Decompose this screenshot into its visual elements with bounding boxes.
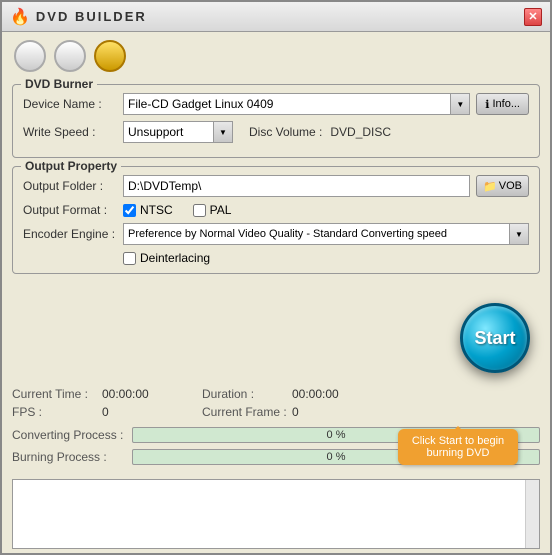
disc-volume-value: DVD_DISC bbox=[330, 125, 391, 139]
vob-label: VOB bbox=[499, 180, 522, 192]
ntsc-label[interactable]: NTSC bbox=[123, 203, 173, 217]
output-folder-input[interactable] bbox=[123, 175, 470, 197]
device-name-label: Device Name : bbox=[23, 97, 123, 111]
start-tooltip: Click Start to begin burning DVD bbox=[398, 429, 518, 465]
burning-label: Burning Process : bbox=[12, 450, 132, 464]
current-frame-value: 0 bbox=[292, 405, 299, 419]
vob-button[interactable]: 📁 VOB bbox=[476, 175, 529, 197]
toolbar-btn-1[interactable] bbox=[14, 40, 46, 72]
folder-icon: 📁 bbox=[483, 180, 497, 193]
title-bar: 🔥 DVD BUILDER ✕ bbox=[2, 2, 550, 32]
fps-label: FPS : bbox=[12, 405, 102, 419]
encoder-select[interactable]: Preference by Normal Video Quality - Sta… bbox=[123, 223, 529, 245]
pal-label[interactable]: PAL bbox=[193, 203, 232, 217]
duration-label: Duration : bbox=[202, 387, 292, 401]
time-row: Current Time : 00:00:00 Duration : 00:00… bbox=[12, 387, 540, 401]
fps-value: 0 bbox=[102, 405, 202, 419]
write-speed-row: Write Speed : Unsupport ▼ Disc Volume : … bbox=[23, 121, 529, 143]
ntsc-text: NTSC bbox=[140, 203, 173, 217]
pal-checkbox[interactable] bbox=[193, 204, 206, 217]
toolbar-btn-2[interactable] bbox=[54, 40, 86, 72]
device-dropdown-wrapper: File-CD Gadget Linux 0409 ▼ bbox=[123, 93, 470, 115]
write-speed-wrapper: Unsupport ▼ bbox=[123, 121, 233, 143]
output-format-row: Output Format : NTSC PAL bbox=[23, 203, 529, 217]
encoder-label: Encoder Engine : bbox=[23, 227, 123, 241]
converting-label: Converting Process : bbox=[12, 428, 132, 442]
log-area[interactable] bbox=[12, 479, 540, 549]
fps-row: FPS : 0 Current Frame : 0 bbox=[12, 405, 540, 419]
main-window: 🔥 DVD BUILDER ✕ DVD Burner Device Name :… bbox=[0, 0, 552, 555]
deinterlace-row: Deinterlacing bbox=[23, 251, 529, 265]
close-button[interactable]: ✕ bbox=[524, 8, 542, 26]
disc-volume-label: Disc Volume : bbox=[249, 125, 322, 139]
write-speed-label: Write Speed : bbox=[23, 125, 123, 139]
encoder-row: Encoder Engine : Preference by Normal Vi… bbox=[23, 223, 529, 245]
device-select[interactable]: File-CD Gadget Linux 0409 bbox=[123, 93, 470, 115]
toolbar bbox=[2, 32, 550, 80]
dvd-burner-group: DVD Burner Device Name : File-CD Gadget … bbox=[12, 84, 540, 158]
start-button[interactable]: Start bbox=[460, 303, 530, 373]
window-title: DVD BUILDER bbox=[36, 9, 147, 24]
deinterlace-text: Deinterlacing bbox=[140, 251, 210, 265]
title-bar-left: 🔥 DVD BUILDER bbox=[10, 7, 147, 27]
progress-section: Converting Process : 0 % Burning Process… bbox=[2, 423, 550, 475]
info-button[interactable]: ℹ Info... bbox=[476, 93, 529, 115]
write-speed-select[interactable]: Unsupport bbox=[123, 121, 233, 143]
pal-text: PAL bbox=[210, 203, 232, 217]
encoder-wrapper: Preference by Normal Video Quality - Sta… bbox=[123, 223, 529, 245]
info-label: Info... bbox=[492, 98, 520, 110]
output-format-label: Output Format : bbox=[23, 203, 123, 217]
device-name-row: Device Name : File-CD Gadget Linux 0409 … bbox=[23, 93, 529, 115]
output-property-group: Output Property Output Folder : 📁 VOB Ou… bbox=[12, 166, 540, 274]
deinterlace-label[interactable]: Deinterlacing bbox=[123, 251, 210, 265]
current-time-label: Current Time : bbox=[12, 387, 102, 401]
current-time-value: 00:00:00 bbox=[102, 387, 202, 401]
deinterlace-checkbox[interactable] bbox=[123, 252, 136, 265]
output-folder-row: Output Folder : 📁 VOB bbox=[23, 175, 529, 197]
log-scrollbar[interactable] bbox=[525, 480, 539, 548]
info-icon: ℹ bbox=[485, 98, 489, 111]
app-icon: 🔥 bbox=[10, 7, 30, 27]
stats-section: Current Time : 00:00:00 Duration : 00:00… bbox=[2, 383, 550, 423]
output-folder-label: Output Folder : bbox=[23, 179, 123, 193]
current-frame-label: Current Frame : bbox=[202, 405, 292, 419]
duration-value: 00:00:00 bbox=[292, 387, 339, 401]
toolbar-btn-3[interactable] bbox=[94, 40, 126, 72]
ntsc-checkbox[interactable] bbox=[123, 204, 136, 217]
output-property-label: Output Property bbox=[21, 159, 121, 173]
dvd-burner-label: DVD Burner bbox=[21, 77, 97, 91]
